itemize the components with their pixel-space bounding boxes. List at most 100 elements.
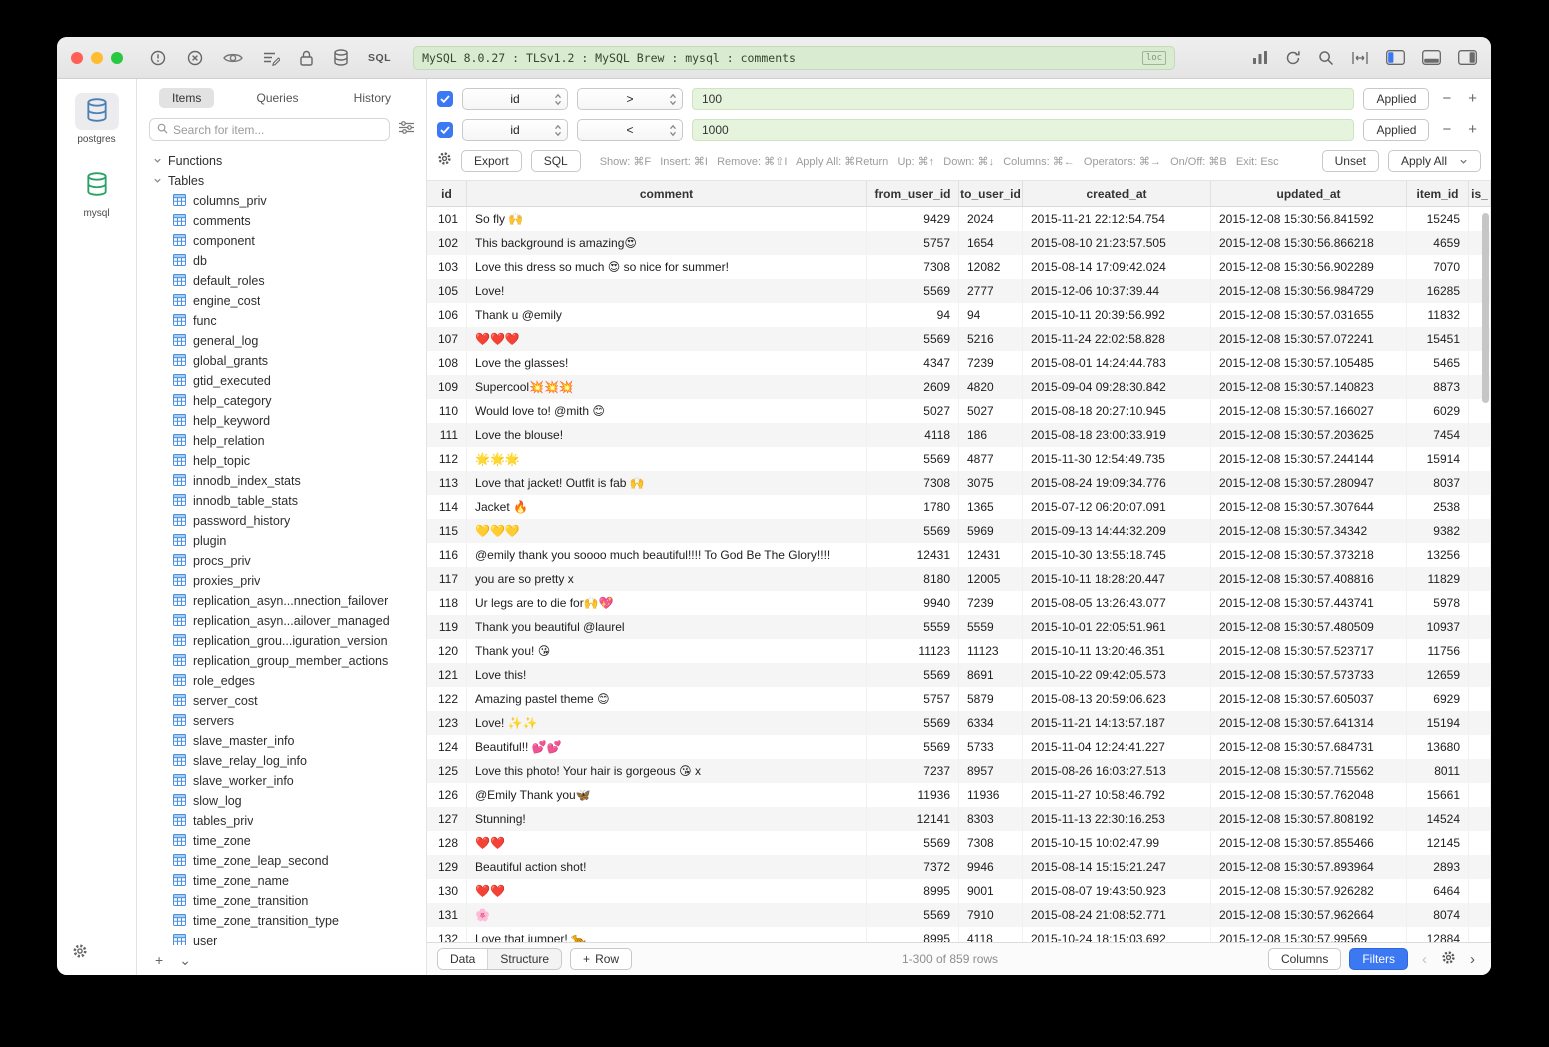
cell-comment[interactable]: Love! (467, 279, 867, 303)
cell-item_id[interactable]: 14524 (1407, 807, 1469, 831)
table-row[interactable]: 122Amazing pastel theme 😊575758792015-08… (427, 687, 1491, 711)
cell-is_[interactable] (1469, 543, 1491, 567)
applied-button[interactable]: Applied (1363, 119, 1429, 141)
column-header-id[interactable]: id (427, 181, 467, 206)
add-row-button[interactable]: + Row (570, 948, 632, 970)
cell-to_user_id[interactable]: 8303 (959, 807, 1023, 831)
tab-data[interactable]: Data (438, 949, 487, 969)
cell-updated_at[interactable]: 2015-12-08 15:30:57.166027 (1211, 399, 1407, 423)
cell-is_[interactable] (1469, 927, 1491, 942)
cell-id[interactable]: 108 (427, 351, 467, 375)
cell-updated_at[interactable]: 2015-12-08 15:30:56.902289 (1211, 255, 1407, 279)
sidebar-item-table-innodb_table_stats[interactable]: innodb_table_stats (137, 491, 426, 511)
table-row[interactable]: 126@Emily Thank you🦋11936119362015-11-27… (427, 783, 1491, 807)
sidebar-item-table-help_keyword[interactable]: help_keyword (137, 411, 426, 431)
cell-to_user_id[interactable]: 11123 (959, 639, 1023, 663)
cell-to_user_id[interactable]: 6334 (959, 711, 1023, 735)
table-row[interactable]: 110Would love to! @mith 😊502750272015-08… (427, 399, 1491, 423)
cell-from_user_id[interactable]: 5027 (867, 399, 959, 423)
cell-updated_at[interactable]: 2015-12-08 15:30:57.443741 (1211, 591, 1407, 615)
cell-is_[interactable] (1469, 471, 1491, 495)
sidebar-item-table-tables_priv[interactable]: tables_priv (137, 811, 426, 831)
cell-comment[interactable]: Love the glasses! (467, 351, 867, 375)
cell-item_id[interactable]: 12659 (1407, 663, 1469, 687)
toggle-left-panel-icon[interactable] (1386, 50, 1405, 65)
cell-item_id[interactable]: 8037 (1407, 471, 1469, 495)
cell-id[interactable]: 114 (427, 495, 467, 519)
tab-structure[interactable]: Structure (487, 949, 561, 969)
cell-created_at[interactable]: 2015-08-01 14:24:44.783 (1023, 351, 1211, 375)
cell-updated_at[interactable]: 2015-12-08 15:30:57.280947 (1211, 471, 1407, 495)
cell-from_user_id[interactable]: 9940 (867, 591, 959, 615)
cell-id[interactable]: 117 (427, 567, 467, 591)
cell-comment[interactable]: Thank u @emily (467, 303, 867, 327)
filters-button[interactable]: Filters (1349, 948, 1408, 970)
sidebar-item-table-slow_log[interactable]: slow_log (137, 791, 426, 811)
cell-to_user_id[interactable]: 2777 (959, 279, 1023, 303)
cell-item_id[interactable]: 5465 (1407, 351, 1469, 375)
table-row[interactable]: 127Stunning!1214183032015-11-13 22:30:16… (427, 807, 1491, 831)
cell-from_user_id[interactable]: 12141 (867, 807, 959, 831)
connection-mysql[interactable]: mysql (75, 167, 119, 219)
filter-enabled-checkbox[interactable] (437, 122, 453, 138)
cell-comment[interactable]: 💛💛💛 (467, 519, 867, 543)
cell-to_user_id[interactable]: 1365 (959, 495, 1023, 519)
cell-id[interactable]: 101 (427, 207, 467, 231)
cell-is_[interactable] (1469, 711, 1491, 735)
sidebar-item-table-func[interactable]: func (137, 311, 426, 331)
column-header-is_[interactable]: is_ (1469, 181, 1491, 206)
cell-created_at[interactable]: 2015-10-22 09:42:05.573 (1023, 663, 1211, 687)
cell-from_user_id[interactable]: 9429 (867, 207, 959, 231)
cell-item_id[interactable]: 11829 (1407, 567, 1469, 591)
cell-from_user_id[interactable]: 5569 (867, 711, 959, 735)
refresh-icon[interactable] (1285, 50, 1301, 66)
cell-id[interactable]: 128 (427, 831, 467, 855)
cell-created_at[interactable]: 2015-11-04 12:24:41.227 (1023, 735, 1211, 759)
cell-from_user_id[interactable]: 5569 (867, 735, 959, 759)
cell-updated_at[interactable]: 2015-12-08 15:30:57.808192 (1211, 807, 1407, 831)
cell-id[interactable]: 124 (427, 735, 467, 759)
cell-created_at[interactable]: 2015-11-30 12:54:49.735 (1023, 447, 1211, 471)
cell-from_user_id[interactable]: 5569 (867, 327, 959, 351)
sidebar-item-table-user[interactable]: user (137, 931, 426, 945)
cell-updated_at[interactable]: 2015-12-08 15:30:57.641314 (1211, 711, 1407, 735)
cell-to_user_id[interactable]: 7308 (959, 831, 1023, 855)
cell-from_user_id[interactable]: 5569 (867, 279, 959, 303)
cell-created_at[interactable]: 2015-11-21 22:12:54.754 (1023, 207, 1211, 231)
cell-created_at[interactable]: 2015-07-12 06:20:07.091 (1023, 495, 1211, 519)
cell-item_id[interactable]: 11832 (1407, 303, 1469, 327)
cell-created_at[interactable]: 2015-12-06 10:37:39.44 (1023, 279, 1211, 303)
cell-item_id[interactable]: 2538 (1407, 495, 1469, 519)
cell-to_user_id[interactable]: 8957 (959, 759, 1023, 783)
cell-id[interactable]: 127 (427, 807, 467, 831)
sidebar-item-table-replication_group_member_actions[interactable]: replication_group_member_actions (137, 651, 426, 671)
cell-comment[interactable]: Would love to! @mith 😊 (467, 399, 867, 423)
cell-from_user_id[interactable]: 5559 (867, 615, 959, 639)
cell-updated_at[interactable]: 2015-12-08 15:30:57.855466 (1211, 831, 1407, 855)
sidebar-item-table-engine_cost[interactable]: engine_cost (137, 291, 426, 311)
cell-is_[interactable] (1469, 399, 1491, 423)
tab-history[interactable]: History (341, 88, 404, 108)
cell-item_id[interactable]: 7070 (1407, 255, 1469, 279)
cell-created_at[interactable]: 2015-11-13 22:30:16.253 (1023, 807, 1211, 831)
cell-updated_at[interactable]: 2015-12-08 15:30:57.105485 (1211, 351, 1407, 375)
filter-enabled-checkbox[interactable] (437, 91, 453, 107)
cell-updated_at[interactable]: 2015-12-08 15:30:57.684731 (1211, 735, 1407, 759)
cell-comment[interactable]: ❤️❤️ (467, 879, 867, 903)
cell-id[interactable]: 129 (427, 855, 467, 879)
cell-comment[interactable]: Jacket 🔥 (467, 495, 867, 519)
cell-from_user_id[interactable]: 11936 (867, 783, 959, 807)
cell-id[interactable]: 113 (427, 471, 467, 495)
cell-item_id[interactable]: 12145 (1407, 831, 1469, 855)
table-row[interactable]: 121Love this!556986912015-10-22 09:42:05… (427, 663, 1491, 687)
connection-postgres[interactable]: postgres (75, 93, 119, 145)
cell-created_at[interactable]: 2015-08-14 17:09:42.024 (1023, 255, 1211, 279)
toggle-right-panel-icon[interactable] (1458, 50, 1477, 65)
sidebar-item-table-procs_priv[interactable]: procs_priv (137, 551, 426, 571)
table-row[interactable]: 118Ur legs are to die for🙌💖994072392015-… (427, 591, 1491, 615)
cell-from_user_id[interactable]: 12431 (867, 543, 959, 567)
cell-updated_at[interactable]: 2015-12-08 15:30:57.715562 (1211, 759, 1407, 783)
cell-to_user_id[interactable]: 4820 (959, 375, 1023, 399)
cell-id[interactable]: 112 (427, 447, 467, 471)
cell-created_at[interactable]: 2015-11-21 14:13:57.187 (1023, 711, 1211, 735)
